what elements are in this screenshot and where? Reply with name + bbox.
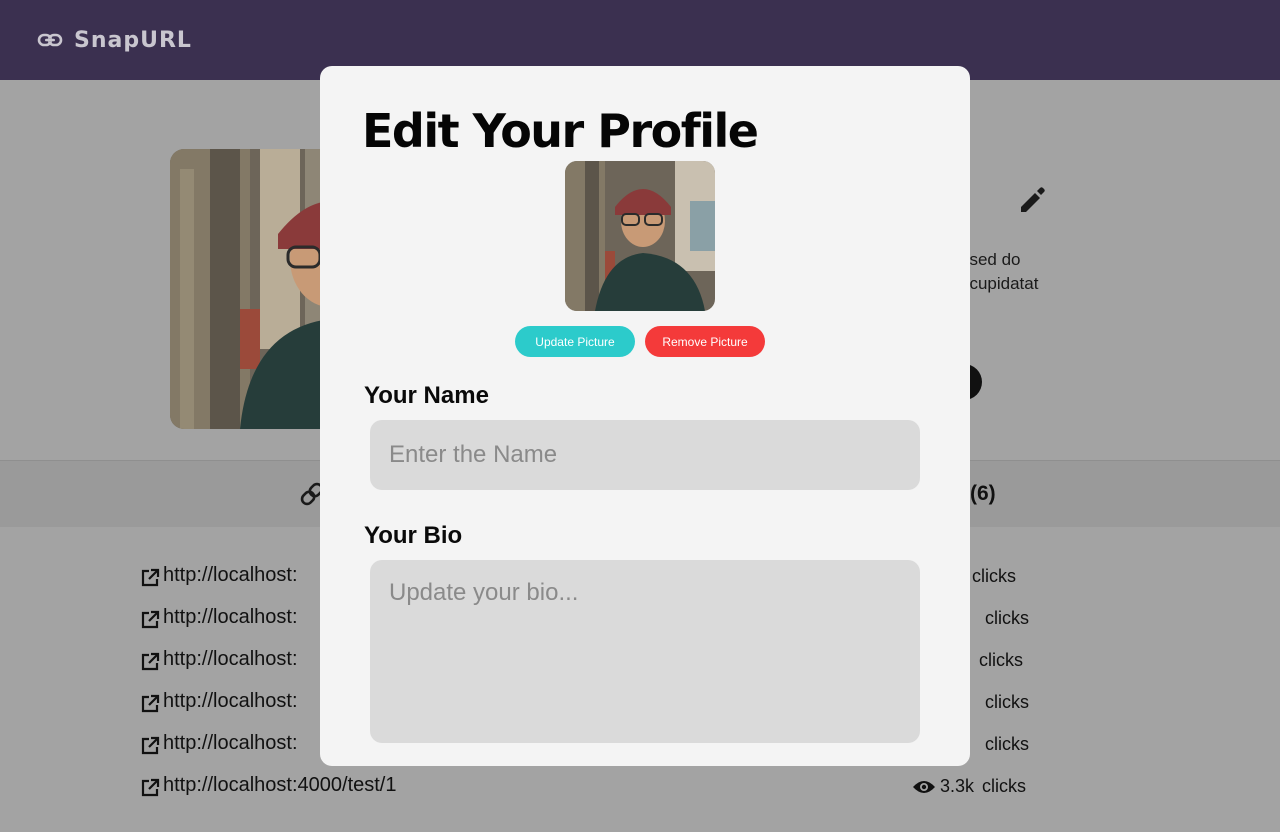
clicks-label: clicks (985, 608, 1029, 628)
name-label: Your Name (364, 382, 489, 409)
brand-title: SnapURL (74, 27, 192, 53)
edit-profile-modal: Edit Your Profile Update Picture Remove … (320, 66, 970, 766)
bio-textarea[interactable] (370, 560, 920, 743)
pencil-icon[interactable] (1016, 184, 1048, 216)
name-input[interactable] (370, 420, 920, 490)
eye-icon (912, 779, 936, 795)
link-row: http://localhost:4000/test/1 3.3k clicks (140, 774, 1040, 804)
external-link-icon[interactable] (140, 736, 160, 756)
remove-picture-button[interactable]: Remove Picture (645, 326, 765, 357)
bio-line: t cupidatat (960, 274, 1039, 293)
link-url[interactable]: http://localhost: (163, 732, 298, 755)
modal-title: Edit Your Profile (362, 104, 759, 158)
external-link-icon[interactable] (140, 610, 160, 630)
clicks-value: 3.3k (940, 776, 975, 796)
avatar (565, 161, 715, 311)
click-count: clicks (981, 734, 1029, 755)
click-count: clicks (975, 650, 1023, 671)
bio-label: Your Bio (364, 522, 463, 549)
brand[interactable]: SnapURL (36, 26, 192, 54)
link-url[interactable]: http://localhost: (163, 690, 298, 713)
click-count: clicks (981, 608, 1029, 629)
click-count: clicks (968, 566, 1016, 587)
clicks-label: clicks (985, 692, 1029, 712)
link-url[interactable]: http://localhost: (163, 564, 298, 587)
external-link-icon[interactable] (140, 652, 160, 672)
clicks-label: clicks (972, 566, 1016, 586)
external-link-icon[interactable] (140, 568, 160, 588)
clicks-label: clicks (982, 776, 1027, 796)
clicks-label: clicks (985, 734, 1029, 754)
clicks-label: clicks (979, 650, 1023, 670)
external-link-icon[interactable] (140, 778, 160, 798)
link-icon (36, 26, 64, 54)
bio-line: , sed do (960, 250, 1021, 269)
links-count-tab[interactable]: (6) (970, 482, 996, 506)
link-url[interactable]: http://localhost:4000/test/1 (163, 774, 397, 797)
update-picture-button[interactable]: Update Picture (515, 326, 635, 357)
click-count: clicks (981, 692, 1029, 713)
bio-text: , sed do t cupidatat (960, 248, 1038, 296)
external-link-icon[interactable] (140, 694, 160, 714)
link-url[interactable]: http://localhost: (163, 648, 298, 671)
click-count: 3.3k clicks (912, 776, 1026, 797)
link-url[interactable]: http://localhost: (163, 606, 298, 629)
